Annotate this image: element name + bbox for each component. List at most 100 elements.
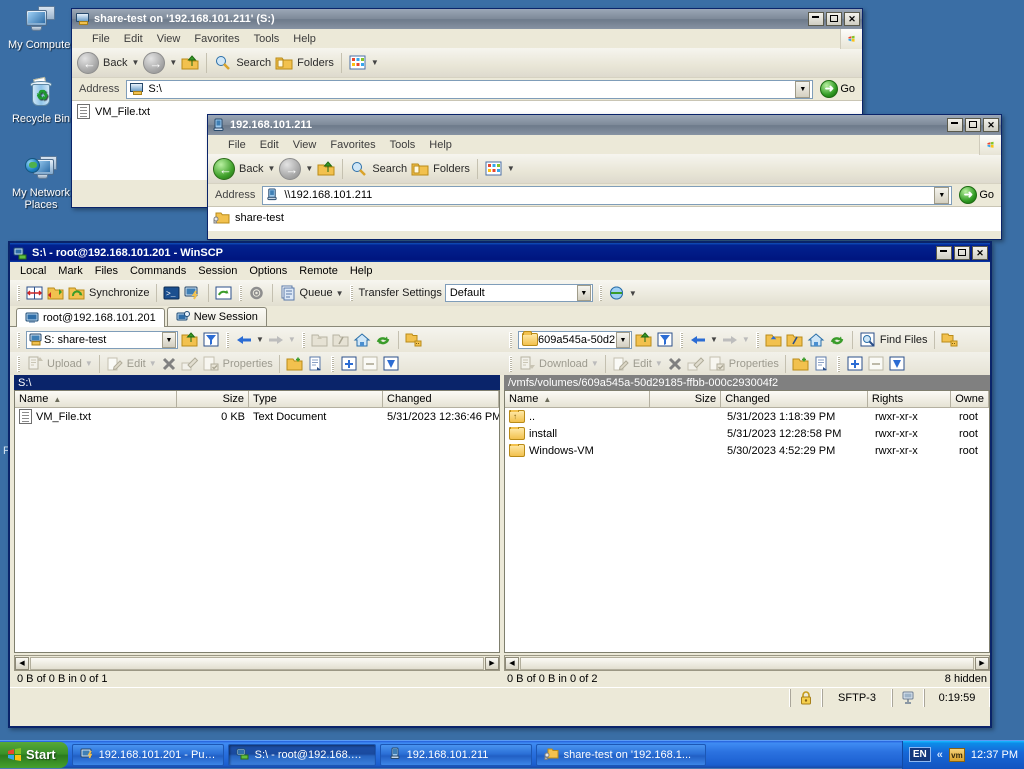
menubar-explorer-server[interactable]: File Edit View Favorites Tools Help xyxy=(208,134,1001,155)
statusbar-session-time[interactable]: 0:19:59 xyxy=(924,688,990,707)
table-row[interactable]: ↑ .. 5/31/2023 1:18:39 PM rwxr-xr-x root xyxy=(505,408,989,425)
menu-mark[interactable]: Mark xyxy=(52,264,88,278)
refresh-directory-icon[interactable] xyxy=(374,332,392,348)
menu-favorites[interactable]: Favorites xyxy=(323,137,382,153)
local-path-toolbar[interactable]: S: share-test ▼ ▼ ▼ xyxy=(10,327,502,352)
select-all-icon[interactable] xyxy=(340,356,358,372)
folders-icon[interactable] xyxy=(275,55,293,71)
taskbar-item-putty[interactable]: 192.168.101.201 - PuTTY xyxy=(71,743,224,766)
back-dropdown-icon[interactable]: ▼ xyxy=(131,58,139,67)
winscp-pane-toolbars[interactable]: S: share-test ▼ ▼ ▼ Upload ▼ Edit ▼ Prop… xyxy=(10,327,990,375)
views-dropdown-icon[interactable]: ▼ xyxy=(371,58,379,67)
menu-options[interactable]: Options xyxy=(243,264,293,278)
search-icon[interactable] xyxy=(350,161,368,177)
column-name[interactable]: Name ▲ xyxy=(505,391,650,408)
desktop-icon-my-network-places[interactable]: My Network Places xyxy=(4,152,78,211)
vm-tools-icon[interactable]: vm xyxy=(948,747,965,762)
toolbar-grip[interactable] xyxy=(509,355,512,372)
close-button[interactable]: ✕ xyxy=(972,245,988,260)
local-pane[interactable]: S:\ Name ▲ Size Type Changed VM_File.txt… xyxy=(14,375,500,687)
remote-pane[interactable]: /vmfs/volumes/609a545a-50d29185-ffbb-000… xyxy=(504,375,990,687)
column-rights[interactable]: Rights xyxy=(867,391,952,408)
address-input[interactable]: S:\ ▼ xyxy=(126,79,814,99)
open-putty-icon[interactable] xyxy=(184,285,202,301)
minimize-button[interactable] xyxy=(947,118,963,132)
home-directory-icon[interactable] xyxy=(353,332,371,348)
remote-path-toolbar[interactable]: 609a545a-50d2 ▼ ▼ ▼ Find Files xyxy=(502,327,990,352)
new-file-icon[interactable] xyxy=(307,356,325,372)
views-dropdown-icon[interactable]: ▼ xyxy=(507,164,515,173)
queue-dropdown-icon[interactable]: ▼ xyxy=(336,289,344,298)
close-button[interactable]: ✕ xyxy=(983,118,999,132)
menu-help[interactable]: Help xyxy=(286,31,323,47)
menu-files[interactable]: Files xyxy=(89,264,124,278)
menu-view[interactable]: View xyxy=(286,137,324,153)
start-button[interactable]: Start xyxy=(0,741,68,768)
column-changed[interactable]: Changed xyxy=(721,391,868,408)
forward-button[interactable]: → xyxy=(143,51,166,74)
toolbar-grip[interactable] xyxy=(509,331,512,348)
transfer-settings-presets-icon[interactable] xyxy=(608,285,626,301)
parent-directory-icon[interactable] xyxy=(765,332,783,348)
menu-help[interactable]: Help xyxy=(422,137,459,153)
menu-remote[interactable]: Remote xyxy=(293,264,344,278)
column-name[interactable]: Name ▲ xyxy=(15,391,177,408)
tab-session-root[interactable]: root@192.168.101.201 xyxy=(16,308,165,327)
back-arrow-icon[interactable] xyxy=(235,332,253,348)
column-size[interactable]: Size xyxy=(177,391,249,408)
padlock-icon[interactable] xyxy=(790,688,822,707)
toolbar-grip[interactable] xyxy=(17,331,20,348)
forward-button[interactable]: → xyxy=(279,157,302,180)
table-row[interactable]: install 5/31/2023 12:28:58 PM rwxr-xr-x … xyxy=(505,425,989,442)
new-directory-icon[interactable] xyxy=(792,356,810,372)
session-indicator-icon[interactable] xyxy=(892,688,924,707)
remote-file-list[interactable]: Name ▲ Size Changed Rights Owne ↑ .. 5/3… xyxy=(504,390,990,653)
compare-directories-icon[interactable] xyxy=(26,285,44,301)
back-button[interactable]: ← xyxy=(213,157,235,180)
addressbar-explorer-share[interactable]: Address S:\ ▼ ➜ Go xyxy=(72,78,862,101)
language-indicator[interactable]: EN xyxy=(908,747,931,762)
delete-icon[interactable] xyxy=(666,356,684,372)
toolbar-grip[interactable] xyxy=(226,331,229,348)
presets-dropdown-icon[interactable]: ▼ xyxy=(629,289,637,298)
transfer-settings-combo[interactable]: Default ▼ xyxy=(444,284,593,302)
menu-favorites[interactable]: Favorites xyxy=(187,31,246,47)
menubar-winscp[interactable]: Local Mark Files Commands Session Option… xyxy=(10,262,990,280)
tab-new-session[interactable]: New Session xyxy=(166,307,267,326)
scroll-right-button[interactable]: ▶ xyxy=(975,656,989,670)
desktop-icon-recycle-bin[interactable]: ♻ Recycle Bin xyxy=(4,76,78,125)
titlebar-explorer-share[interactable]: share-test on '192.168.101.211' (S:) ✕ xyxy=(72,9,862,29)
synchronize-browsing-icon[interactable] xyxy=(47,285,65,301)
remote-pane-toolbars[interactable]: 609a545a-50d2 ▼ ▼ ▼ Find Files Download … xyxy=(502,327,990,375)
remote-horizontal-scrollbar[interactable]: ◀ ▶ xyxy=(504,655,990,671)
tray-expand-chevron-icon[interactable]: « xyxy=(937,749,943,761)
menu-view[interactable]: View xyxy=(150,31,188,47)
synchronize-icon[interactable] xyxy=(68,285,86,301)
back-dropdown-icon[interactable]: ▼ xyxy=(710,335,718,344)
views-icon[interactable] xyxy=(485,161,503,177)
home-directory-icon[interactable] xyxy=(807,332,825,348)
menu-edit[interactable]: Edit xyxy=(117,31,150,47)
clock[interactable]: 12:37 PM xyxy=(971,749,1018,761)
local-horizontal-scrollbar[interactable]: ◀ ▶ xyxy=(14,655,500,671)
maximize-button[interactable] xyxy=(954,245,970,260)
menubar-explorer-share[interactable]: File Edit View Favorites Tools Help xyxy=(72,28,862,49)
remote-list-header[interactable]: Name ▲ Size Changed Rights Owne xyxy=(505,391,989,408)
search-icon[interactable] xyxy=(214,55,232,71)
table-row[interactable]: VM_File.txt 0 KB Text Document 5/31/2023… xyxy=(15,408,499,425)
toolbar-grip[interactable] xyxy=(836,355,840,372)
scroll-thumb[interactable] xyxy=(30,656,484,670)
toolbar-winscp-main[interactable]: Synchronize >_ Queue ▼ Transfer Settings… xyxy=(10,280,990,306)
statusbar-protocol[interactable]: SFTP-3 xyxy=(822,688,892,707)
toolbar-explorer-share[interactable]: ← Back ▼ → ▼ Search Folders ▼ xyxy=(72,48,862,78)
column-size[interactable]: Size xyxy=(649,391,722,408)
back-arrow-icon[interactable] xyxy=(689,332,707,348)
window-winscp[interactable]: S:\ - root@192.168.101.201 - WinSCP ✕ Lo… xyxy=(8,241,992,728)
filter-icon[interactable] xyxy=(202,332,220,348)
menu-edit[interactable]: Edit xyxy=(253,137,286,153)
maximize-button[interactable] xyxy=(965,118,981,132)
column-owner[interactable]: Owne xyxy=(951,391,989,408)
scroll-right-button[interactable]: ▶ xyxy=(485,656,499,670)
remote-dir-dropdown-icon[interactable]: ▼ xyxy=(616,331,630,348)
preferences-gear-icon[interactable] xyxy=(248,285,266,301)
